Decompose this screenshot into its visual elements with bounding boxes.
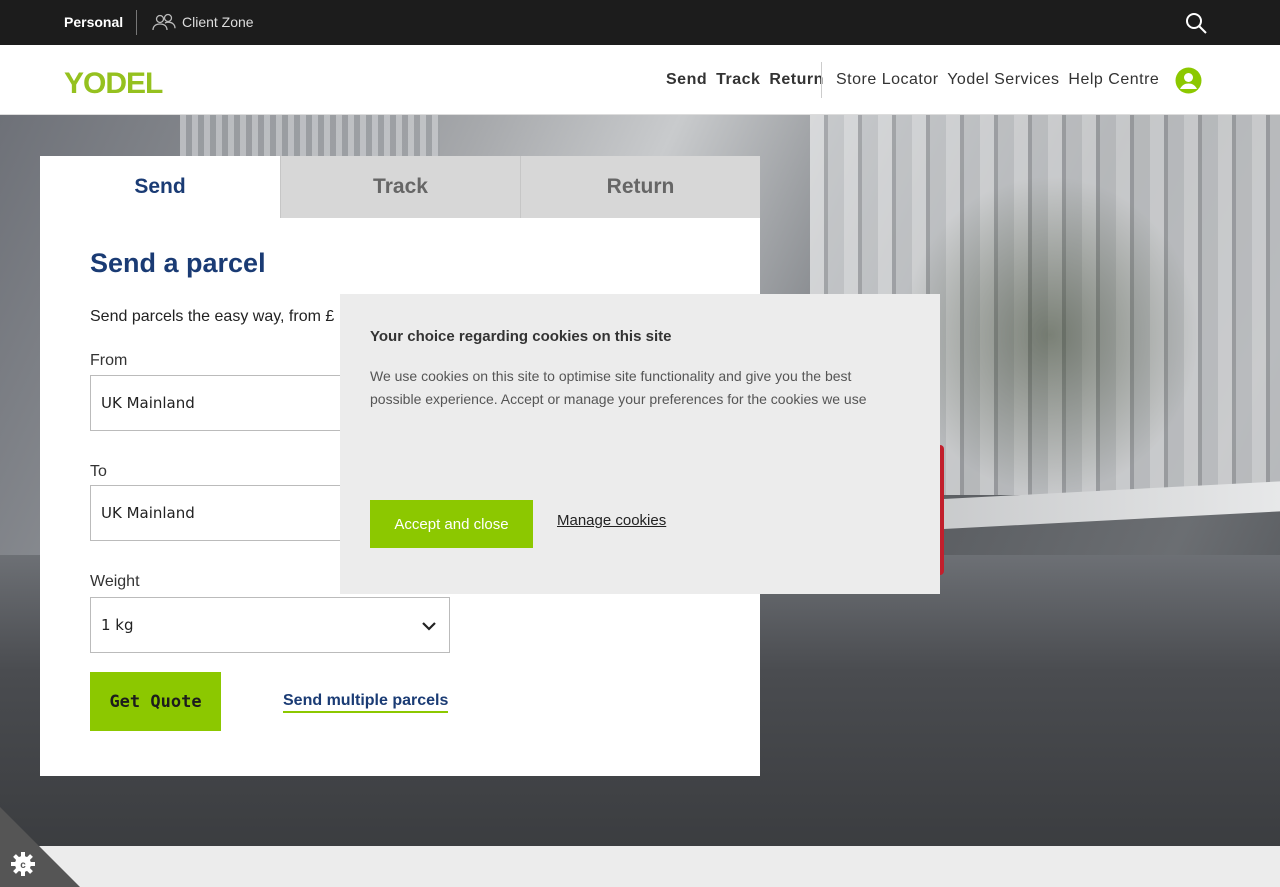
weight-select[interactable]: 1 kg — [90, 597, 450, 653]
form-title: Send a parcel — [90, 248, 266, 278]
personal-link[interactable]: Personal — [64, 14, 123, 30]
nav-divider — [821, 62, 822, 98]
tab-return[interactable]: Return — [520, 156, 760, 218]
tab-track[interactable]: Track — [280, 156, 520, 218]
cookie-settings-tab[interactable]: c — [0, 807, 80, 887]
weight-label: Weight — [90, 573, 140, 590]
send-multiple-parcels-link[interactable]: Send multiple parcels — [283, 692, 449, 713]
main-header: YODEL Send Track Return Store Locator Yo… — [0, 45, 1280, 115]
hero-trees — [900, 175, 1200, 495]
to-label: To — [90, 463, 107, 480]
search-icon[interactable] — [1184, 11, 1208, 35]
tab-send[interactable]: Send — [40, 156, 280, 218]
accept-cookies-button[interactable]: Accept and close — [370, 500, 533, 548]
from-label: From — [90, 352, 128, 369]
users-icon — [152, 13, 176, 31]
get-quote-button[interactable]: Get Quote — [90, 672, 221, 731]
nav-help-centre[interactable]: Help Centre — [1068, 71, 1159, 88]
cookie-banner: Your choice regarding cookies on this si… — [340, 294, 940, 594]
chevron-down-icon — [422, 622, 436, 631]
cookie-gear-icon: c — [11, 852, 35, 876]
service-tabs: Send Track Return — [40, 156, 760, 218]
manage-cookies-link[interactable]: Manage cookies — [557, 512, 666, 529]
weight-value: 1 kg — [101, 616, 134, 634]
secondary-nav: Store Locator Yodel Services Help Centre — [836, 71, 1163, 89]
nav-yodel-services[interactable]: Yodel Services — [947, 71, 1059, 88]
utility-divider — [136, 10, 137, 35]
cookie-title: Your choice regarding cookies on this si… — [370, 328, 672, 345]
client-zone-link[interactable]: Client Zone — [152, 13, 254, 31]
yodel-logo[interactable]: YODEL — [64, 67, 163, 101]
utility-bar: Personal Client Zone — [0, 0, 1280, 45]
to-value: UK Mainland — [101, 504, 195, 522]
nav-send[interactable]: Send — [666, 71, 707, 88]
form-intro: Send parcels the easy way, from £ — [90, 308, 335, 325]
client-zone-label: Client Zone — [182, 14, 254, 30]
user-circle-icon[interactable] — [1175, 67, 1202, 94]
page-footer-strip — [0, 846, 1280, 887]
nav-return[interactable]: Return — [769, 71, 824, 88]
cookie-body: We use cookies on this site to optimise … — [370, 368, 867, 407]
from-value: UK Mainland — [101, 394, 195, 412]
nav-store-locator[interactable]: Store Locator — [836, 71, 939, 88]
svg-text:c: c — [20, 860, 26, 871]
primary-nav: Send Track Return — [666, 71, 828, 89]
nav-track[interactable]: Track — [716, 71, 760, 88]
